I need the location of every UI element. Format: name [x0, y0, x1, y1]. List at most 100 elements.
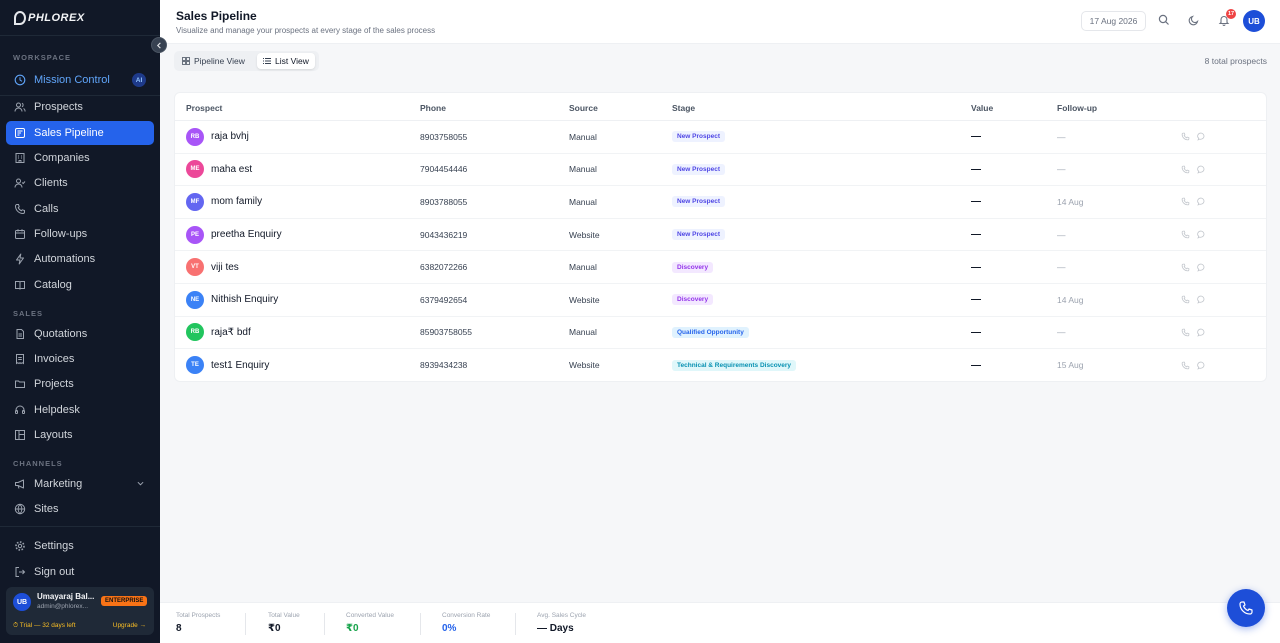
sidebar-item-automations[interactable]: Automations: [6, 247, 154, 271]
chat-bubble-icon[interactable]: [1196, 132, 1206, 142]
call-action[interactable]: [1180, 284, 1190, 316]
stage-badge[interactable]: New Prospect: [672, 163, 725, 175]
chat-bubble-icon[interactable]: [1196, 230, 1206, 240]
prospect-cell[interactable]: RB raja bvhj: [186, 121, 249, 153]
sidebar-item-mission[interactable]: Mission Control AI: [6, 68, 154, 92]
table-row[interactable]: NE Nithish Enquiry 6379492654 Website Discov…: [175, 284, 1266, 317]
search-icon[interactable]: [1157, 13, 1171, 27]
list-view-button[interactable]: List View: [257, 53, 315, 69]
chat-bubble-icon[interactable]: [1196, 197, 1206, 207]
stage-badge[interactable]: New Prospect: [672, 131, 725, 143]
column-header-followup[interactable]: Follow-up: [1057, 103, 1097, 113]
prospect-cell[interactable]: TE test1 Enquiry: [186, 349, 269, 382]
prospect-name[interactable]: Nithish Enquiry: [211, 294, 278, 305]
call-action[interactable]: [1180, 349, 1190, 382]
table-row[interactable]: VT viji tes 6382072266 Manual Discovery — —: [175, 251, 1266, 284]
call-action[interactable]: [1180, 154, 1190, 186]
message-action[interactable]: [1196, 349, 1206, 382]
logo[interactable]: PHLOREX: [0, 0, 160, 36]
prospect-name[interactable]: viji tes: [211, 262, 239, 273]
column-header-value[interactable]: Value: [971, 103, 993, 113]
avatar[interactable]: UB: [1243, 10, 1265, 32]
user-card[interactable]: UB Umayaraj Bal... admin@phlorex... ENTE…: [6, 587, 154, 635]
sidebar-item-calls[interactable]: Calls: [6, 197, 154, 221]
chat-bubble-icon[interactable]: [1196, 164, 1206, 174]
sidebar-item-helpdesk[interactable]: Helpdesk: [6, 398, 154, 422]
stage-badge[interactable]: New Prospect: [672, 196, 725, 208]
prospect-name[interactable]: test1 Enquiry: [211, 360, 269, 371]
column-header-source[interactable]: Source: [569, 103, 598, 113]
moon-icon[interactable]: [1187, 13, 1201, 27]
message-action[interactable]: [1196, 121, 1206, 153]
sidebar-item-companies[interactable]: Companies: [6, 146, 154, 170]
column-header-prospect[interactable]: Prospect: [186, 103, 222, 113]
phone-icon[interactable]: [1180, 295, 1190, 305]
sidebar-item-pipeline[interactable]: Sales Pipeline: [6, 121, 154, 145]
message-action[interactable]: [1196, 186, 1206, 218]
phone-icon[interactable]: [1180, 132, 1190, 142]
chevron-down-icon[interactable]: [137, 480, 144, 489]
table-row[interactable]: RB raja bvhj 8903758055 Manual New Prospect —…: [175, 121, 1266, 154]
prospect-name[interactable]: mom family: [211, 196, 262, 207]
sidebar-item-prospects[interactable]: Prospects: [6, 95, 154, 119]
prospect-name[interactable]: maha est: [211, 164, 252, 175]
message-action[interactable]: [1196, 284, 1206, 316]
chat-bubble-icon[interactable]: [1196, 360, 1206, 370]
call-action[interactable]: [1180, 186, 1190, 218]
call-action[interactable]: [1180, 251, 1190, 283]
prospect-cell[interactable]: RB raja₹ bdf: [186, 317, 251, 349]
sidebar-item-catalog[interactable]: Catalog: [6, 273, 154, 297]
pipeline-view-button[interactable]: Pipeline View: [176, 53, 251, 69]
table-row[interactable]: ME maha est 7904454446 Manual New Prospect — —: [175, 154, 1266, 187]
sidebar-item-clients[interactable]: Clients: [6, 171, 154, 195]
call-button[interactable]: [1227, 589, 1265, 627]
date-chip[interactable]: 17 Aug 2026: [1081, 11, 1146, 31]
sidebar-item-projects[interactable]: Projects: [6, 372, 154, 396]
sidebar-item-settings[interactable]: Settings: [6, 534, 154, 558]
message-action[interactable]: [1196, 251, 1206, 283]
prospect-cell[interactable]: ME maha est: [186, 154, 252, 186]
sidebar-item-invoices[interactable]: Invoices: [6, 347, 154, 371]
message-action[interactable]: [1196, 317, 1206, 349]
stage-badge[interactable]: Qualified Opportunity: [672, 326, 749, 338]
call-action[interactable]: [1180, 219, 1190, 251]
sidebar-item-signout[interactable]: Sign out: [6, 560, 154, 584]
prospect-name[interactable]: raja₹ bdf: [211, 327, 251, 338]
prospect-cell[interactable]: NE Nithish Enquiry: [186, 284, 278, 316]
chat-bubble-icon[interactable]: [1196, 295, 1206, 305]
prospect-cell[interactable]: MF mom family: [186, 186, 262, 218]
chat-bubble-icon[interactable]: [1196, 262, 1206, 272]
sidebar-item-quotations[interactable]: Quotations: [6, 322, 154, 346]
sidebar-item-layouts[interactable]: Layouts: [6, 423, 154, 447]
chat-bubble-icon[interactable]: [1196, 327, 1206, 337]
stage-badge[interactable]: Technical & Requirements Discovery: [672, 359, 797, 371]
collapse-sidebar-button[interactable]: [151, 37, 167, 53]
call-action[interactable]: [1180, 317, 1190, 349]
upgrade-link[interactable]: Upgrade →: [113, 622, 146, 629]
stage-badge[interactable]: Discovery: [672, 294, 714, 306]
prospect-name[interactable]: preetha Enquiry: [211, 229, 282, 240]
stage-badge[interactable]: Discovery: [672, 261, 714, 273]
sidebar-item-sites[interactable]: Sites: [6, 497, 154, 521]
stage-badge[interactable]: New Prospect: [672, 229, 725, 241]
phone-icon[interactable]: [1180, 197, 1190, 207]
sidebar-item-followups[interactable]: Follow-ups: [6, 222, 154, 246]
table-row[interactable]: MF mom family 8903788055 Manual New Prospect…: [175, 186, 1266, 219]
message-action[interactable]: [1196, 219, 1206, 251]
prospect-cell[interactable]: VT viji tes: [186, 251, 239, 283]
table-row[interactable]: TE test1 Enquiry 8939434238 Website Technica…: [175, 349, 1266, 382]
table-row[interactable]: RB raja₹ bdf 85903758055 Manual Qualified Op…: [175, 317, 1266, 350]
phone-icon[interactable]: [1180, 164, 1190, 174]
column-header-stage[interactable]: Stage: [672, 103, 695, 113]
table-row[interactable]: PE preetha Enquiry 9043436219 Website New Pr…: [175, 219, 1266, 252]
phone-icon[interactable]: [1180, 327, 1190, 337]
sidebar-item-marketing[interactable]: Marketing: [6, 472, 154, 496]
prospect-name[interactable]: raja bvhj: [211, 131, 249, 142]
message-action[interactable]: [1196, 154, 1206, 186]
prospect-cell[interactable]: PE preetha Enquiry: [186, 219, 282, 251]
call-action[interactable]: [1180, 121, 1190, 153]
phone-icon[interactable]: [1180, 262, 1190, 272]
phone-icon[interactable]: [1180, 230, 1190, 240]
phone-icon[interactable]: [1180, 360, 1190, 370]
column-header-phone[interactable]: Phone: [420, 103, 446, 113]
